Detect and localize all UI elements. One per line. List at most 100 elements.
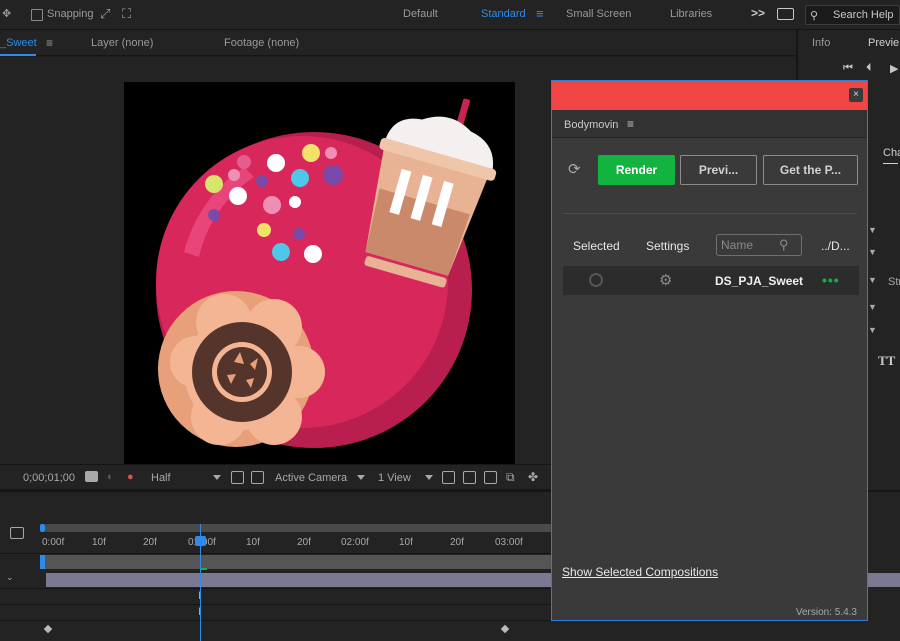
workspace-overflow-icon[interactable]: >> — [751, 6, 765, 20]
name-search-placeholder: Name — [721, 238, 754, 252]
render-button[interactable]: Render — [598, 155, 675, 185]
viewer-toolbar: 0;00;01;00 ◐ ● Half Active Camera 1 View… — [0, 464, 552, 490]
ruler-tick: 0:00f — [42, 537, 65, 548]
view-layout-select[interactable]: 1 View — [378, 472, 411, 484]
tab-composition[interactable]: _Sweet — [0, 37, 37, 49]
dropdown-arrow-icon[interactable]: ▼ — [868, 302, 877, 312]
keyframe-diamond[interactable] — [500, 624, 510, 634]
fast-previews-icon[interactable] — [463, 471, 476, 484]
ruler-tick: 10f — [246, 537, 260, 548]
keyframe-diamond[interactable] — [43, 624, 53, 634]
dropdown-arrow-icon[interactable]: ▼ — [868, 225, 877, 235]
play-icon[interactable]: ▶ — [890, 62, 898, 75]
name-search-input[interactable]: Name ⚲ — [716, 234, 802, 256]
show-snapshot-icon[interactable]: ◐ — [107, 471, 114, 483]
current-time-indicator-handle[interactable] — [195, 536, 206, 546]
dropdown-arrow-icon[interactable]: ▼ — [868, 247, 877, 257]
snap-options-icon[interactable]: ⤢ — [100, 6, 110, 22]
collapse-layer-icon[interactable]: ⌄ — [6, 572, 14, 583]
composition-row[interactable]: ⚙ DS_PJA_Sweet ••• — [563, 266, 859, 295]
bodymovin-titlebar[interactable]: × — [552, 81, 867, 110]
composition-header: _Sweet ≡ Layer (none) Footage (none) — [0, 30, 796, 56]
preview-button[interactable]: Previ... — [680, 155, 757, 185]
ruler-tick: 02:00f — [341, 537, 369, 548]
tab-character[interactable]: Cha — [883, 147, 900, 159]
workspace-menu-icon[interactable]: ≡ — [536, 6, 544, 21]
search-help-field[interactable]: ⚲ Search Help — [805, 5, 900, 25]
snapping-checkbox[interactable] — [31, 9, 43, 21]
sprinkle — [263, 196, 281, 214]
first-frame-icon[interactable]: ⏮ — [843, 62, 853, 75]
workspace-standard[interactable]: Standard — [481, 8, 526, 20]
show-selected-compositions-link[interactable]: Show Selected Compositions — [562, 565, 718, 579]
refresh-icon[interactable]: ⟳ — [568, 160, 581, 178]
column-destination: ../D... — [821, 239, 850, 253]
comp-panel-menu-icon[interactable]: ≡ — [46, 36, 53, 50]
resolution-select[interactable]: Half — [151, 472, 171, 484]
sprinkle — [323, 165, 343, 185]
transparency-grid-icon[interactable] — [251, 471, 264, 484]
sprinkle — [229, 187, 247, 205]
get-player-button[interactable]: Get the P... — [763, 155, 858, 185]
bodymovin-title[interactable]: Bodymovin — [564, 119, 618, 131]
dropdown-arrow-icon[interactable]: ▼ — [868, 275, 877, 285]
channel-rgb-icon[interactable]: ● — [127, 471, 134, 483]
flowchart-icon[interactable]: ⧉ — [506, 470, 515, 485]
workspace-libraries[interactable]: Libraries — [670, 8, 712, 20]
snap-grid-icon[interactable]: ⛶ — [122, 6, 131, 22]
ruler-tick: 10f — [399, 537, 413, 548]
destination-more-button[interactable]: ••• — [822, 272, 840, 288]
sweet-illustration — [156, 98, 497, 448]
sync-settings-icon[interactable] — [777, 8, 794, 20]
timeline-divider — [0, 553, 552, 554]
work-area-start-handle[interactable] — [40, 524, 45, 532]
gear-icon[interactable]: ⚙ — [659, 271, 672, 289]
sprinkle — [291, 169, 309, 187]
chevron-down-icon[interactable] — [213, 475, 221, 480]
sprinkle — [228, 169, 240, 181]
close-icon[interactable]: × — [849, 88, 863, 102]
toggle-pixel-aspect-icon[interactable] — [442, 471, 455, 484]
dropdown-arrow-icon[interactable]: ▼ — [868, 325, 877, 335]
reset-exposure-icon[interactable]: ✤ — [528, 470, 538, 484]
panel-menu-icon[interactable]: ≡ — [627, 117, 634, 131]
workspace-default[interactable]: Default — [403, 8, 438, 20]
tab-preview[interactable]: Previe — [868, 37, 899, 49]
sprinkle — [267, 154, 285, 172]
sprinkle — [208, 209, 220, 221]
composition-name: DS_PJA_Sweet — [715, 274, 804, 288]
workspace-small-screen[interactable]: Small Screen — [566, 8, 631, 20]
timeline-icon[interactable] — [484, 471, 497, 484]
comp-flowchart-icon[interactable] — [10, 527, 24, 539]
current-timecode[interactable]: 0;00;01;00 — [23, 472, 75, 484]
snapping-label: Snapping — [47, 8, 94, 20]
all-caps-tt-button[interactable]: TT — [878, 353, 895, 369]
time-navigator-bar[interactable] — [44, 524, 552, 532]
composition-canvas[interactable] — [124, 82, 515, 464]
version-label: Version: 5.4.3 — [795, 607, 857, 618]
layer-keyframe-indicator — [201, 568, 207, 570]
ruler-tick: 20f — [297, 537, 311, 548]
timeline-divider — [0, 620, 552, 621]
tab-footage[interactable]: Footage (none) — [224, 37, 299, 49]
tab-layer[interactable]: Layer (none) — [91, 37, 153, 49]
snapshot-camera-icon[interactable] — [85, 471, 98, 482]
sprinkle — [289, 196, 301, 208]
character-tab-underline — [883, 163, 898, 164]
sprinkle — [257, 223, 271, 237]
sprinkle — [304, 245, 322, 263]
search-icon: ⚲ — [779, 237, 789, 252]
composition-select-radio[interactable] — [589, 273, 603, 287]
ruler-tick: 10f — [92, 537, 106, 548]
camera-select[interactable]: Active Camera — [275, 472, 347, 484]
region-of-interest-icon[interactable] — [231, 471, 244, 484]
chevron-down-icon[interactable] — [425, 475, 433, 480]
workspace-bar: ✥ Snapping ⤢ ⛶ Default Standard ≡ Small … — [0, 0, 900, 30]
layer-bar[interactable] — [44, 555, 552, 569]
chevron-down-icon[interactable] — [357, 475, 365, 480]
tab-info[interactable]: Info — [812, 37, 830, 49]
selection-tool-icon[interactable]: ✥ — [2, 7, 11, 20]
previous-frame-icon[interactable]: ⏴ — [866, 62, 872, 75]
search-icon: ⚲ — [810, 10, 819, 22]
sprinkle — [293, 228, 305, 240]
